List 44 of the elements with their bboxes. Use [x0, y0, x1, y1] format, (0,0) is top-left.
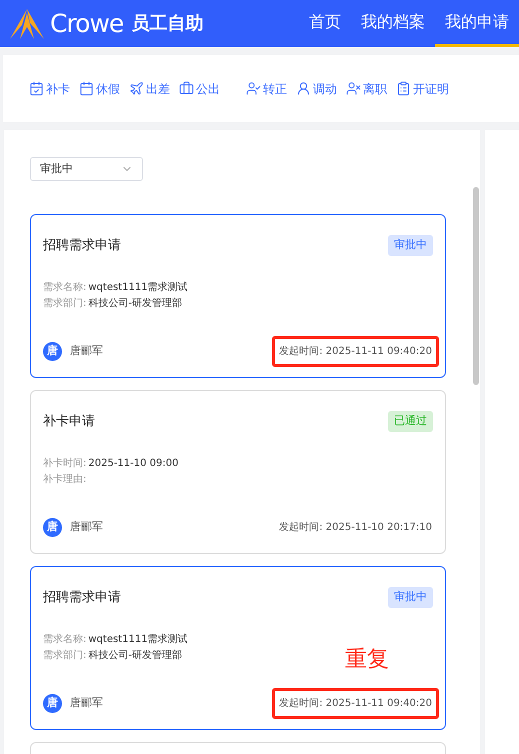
field-value: wqtest1111需求测试: [88, 280, 188, 294]
avatar: 唐: [43, 518, 62, 537]
app-title: 员工自助: [131, 12, 204, 36]
field-value: 2025-11-10 09:00: [88, 456, 178, 470]
toolbar-button[interactable]: 补卡: [29, 80, 70, 98]
status-select[interactable]: 审批中: [30, 157, 143, 181]
request-card[interactable]: 招聘需求申请 审批中 需求名称: wqtest1111需求测试 需求部门: 科技公司-研发管理部 重复 唐 唐郦军 发起时间: 2025-11-11 09:40:20: [30, 566, 446, 730]
status-badge: 已通过: [388, 411, 433, 432]
card-title: 补卡申请: [43, 412, 95, 430]
toolbar-button[interactable]: 调动: [296, 80, 337, 98]
field-label: 需求部门:: [43, 296, 86, 310]
submit-time: 发起时间: 2025-11-11 09:40:20: [279, 696, 432, 711]
nav-tab[interactable]: 我的档案: [351, 0, 435, 47]
toolbar-button[interactable]: 开证明: [396, 80, 449, 98]
applicant-name: 唐郦军: [70, 695, 103, 712]
field-value: wqtest1111需求测试: [88, 632, 188, 646]
toolbar-button[interactable]: 休假: [79, 80, 120, 98]
toolbar-button[interactable]: 离职: [346, 80, 387, 98]
submit-time: 发起时间: 2025-11-10 20:17:10: [279, 520, 432, 535]
status-badge: 审批中: [388, 235, 433, 256]
applicant-name: 唐郦军: [70, 519, 103, 536]
submit-time: 发起时间: 2025-11-11 09:40:20: [279, 344, 432, 359]
avatar: 唐: [43, 342, 62, 361]
request-card[interactable]: 补卡申请 已通过 补卡时间: 2025-11-10 09:00 补卡理由: 唐 唐郦军 发起时间: 2025-11-10 20:17:10: [30, 390, 446, 554]
card-title: 招聘需求申请: [43, 588, 121, 606]
field-label: 需求名称:: [43, 280, 86, 294]
nav-tab[interactable]: 首页: [299, 0, 351, 47]
field-label: 需求部门:: [43, 648, 86, 662]
nav-tab[interactable]: 我的申请: [435, 0, 519, 47]
toolbar-button[interactable]: 转正: [246, 80, 287, 98]
field-value: 科技公司-研发管理部: [88, 648, 182, 662]
field-label: 需求名称:: [43, 632, 86, 646]
avatar: 唐: [43, 694, 62, 713]
toolbar-button[interactable]: 公出: [179, 80, 220, 98]
annotation-text: 重复: [345, 647, 389, 673]
toolbar-button[interactable]: 出差: [129, 80, 170, 98]
request-card[interactable]: 招聘需求申请 审批中 需求名称: wqtest1111需求测试 需求部门: 科技公司-研发管理部 唐 唐郦军 发起时间: 2025-11-11 09:40:20: [30, 214, 446, 378]
brand-name: Crowe: [50, 8, 124, 40]
field-label: 补卡理由:: [43, 472, 86, 486]
field-label: 补卡时间:: [43, 456, 86, 470]
applicant-name: 唐郦军: [70, 343, 103, 360]
status-badge: 审批中: [388, 587, 433, 608]
field-value: 科技公司-研发管理部: [88, 296, 182, 310]
card-title: 招聘需求申请: [43, 236, 121, 254]
